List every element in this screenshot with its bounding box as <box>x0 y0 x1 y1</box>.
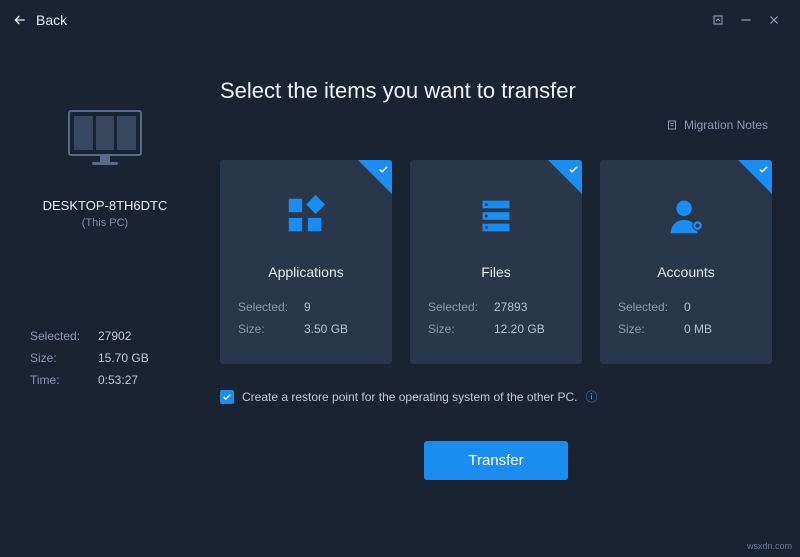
card-size-label: Size: <box>428 322 486 336</box>
pin-button[interactable] <box>704 6 732 34</box>
card-size-value: 3.50 GB <box>304 322 348 336</box>
minimize-button[interactable] <box>732 6 760 34</box>
card-size-value: 0 MB <box>684 322 712 336</box>
back-button[interactable]: Back <box>12 12 67 28</box>
restore-checkbox[interactable] <box>220 390 234 404</box>
card-selected-label: Selected: <box>428 300 486 314</box>
arrow-left-icon <box>12 12 28 28</box>
restore-text: Create a restore point for the operating… <box>242 390 578 404</box>
page-title: Select the items you want to transfer <box>220 78 772 104</box>
files-icon <box>473 193 519 239</box>
selected-badge <box>738 160 772 194</box>
minimize-icon <box>739 13 753 27</box>
card-size-label: Size: <box>238 322 296 336</box>
sidebar: DESKTOP-8TH6DTC (This PC) Selected: 27902… <box>0 40 200 557</box>
card-files[interactable]: Files Selected: 27893 Size: 12.20 GB <box>410 160 582 364</box>
migration-notes-link[interactable]: Migration Notes <box>666 118 768 132</box>
check-icon <box>222 392 232 402</box>
card-accounts[interactable]: Accounts Selected: 0 Size: 0 MB <box>600 160 772 364</box>
card-size-value: 12.20 GB <box>494 322 545 336</box>
watermark: wsxdn.com <box>747 541 792 551</box>
stat-selected-label: Selected: <box>30 329 88 343</box>
selected-badge <box>358 160 392 194</box>
pc-subtitle: (This PC) <box>30 217 180 229</box>
card-selected-value: 9 <box>304 300 311 314</box>
card-title: Accounts <box>618 264 754 280</box>
pc-icon <box>65 110 145 170</box>
stat-time-value: 0:53:27 <box>98 373 138 387</box>
applications-icon <box>283 193 329 239</box>
back-label: Back <box>36 12 67 28</box>
card-size-label: Size: <box>618 322 676 336</box>
stat-size-value: 15.70 GB <box>98 351 149 365</box>
help-icon[interactable]: ⓘ <box>586 388 598 405</box>
card-selected-label: Selected: <box>618 300 676 314</box>
summary-stats: Selected: 27902 Size: 15.70 GB Time: 0:53:2… <box>30 329 180 395</box>
transfer-button[interactable]: Transfer <box>424 441 567 480</box>
card-title: Applications <box>238 264 374 280</box>
pin-icon <box>712 14 724 26</box>
close-button[interactable] <box>760 6 788 34</box>
check-icon <box>378 164 389 175</box>
card-title: Files <box>428 264 564 280</box>
card-selected-label: Selected: <box>238 300 296 314</box>
restore-point-row: Create a restore point for the operating… <box>220 388 772 405</box>
check-icon <box>758 164 769 175</box>
stat-selected-value: 27902 <box>98 329 131 343</box>
card-selected-value: 27893 <box>494 300 527 314</box>
stat-time-label: Time: <box>30 373 88 387</box>
notes-icon <box>666 119 678 131</box>
close-icon <box>767 13 781 27</box>
card-selected-value: 0 <box>684 300 691 314</box>
stat-size-label: Size: <box>30 351 88 365</box>
main-panel: Select the items you want to transfer Mi… <box>200 40 800 557</box>
pc-name: DESKTOP-8TH6DTC <box>30 198 180 213</box>
titlebar: Back <box>0 0 800 40</box>
card-applications[interactable]: Applications Selected: 9 Size: 3.50 GB <box>220 160 392 364</box>
check-icon <box>568 164 579 175</box>
selected-badge <box>548 160 582 194</box>
migration-notes-label: Migration Notes <box>684 118 768 132</box>
accounts-icon <box>663 193 709 239</box>
